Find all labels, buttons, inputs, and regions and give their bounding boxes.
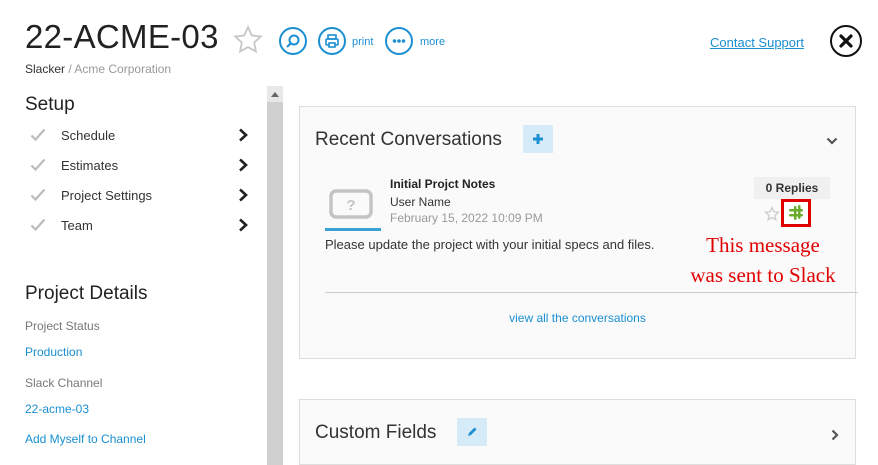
- project-status-value[interactable]: Production: [25, 345, 82, 359]
- slack-sent-indicator: [781, 199, 811, 227]
- project-details-heading: Project Details: [25, 283, 148, 304]
- slack-channel-label: Slack Channel: [25, 376, 103, 390]
- breadcrumb: Slacker / Acme Corporation: [25, 62, 171, 76]
- check-icon: [30, 218, 52, 232]
- setup-item-team[interactable]: Team: [30, 214, 248, 236]
- conversation-icon-underline: [325, 228, 381, 231]
- replies-badge[interactable]: 0 Replies: [754, 177, 830, 199]
- pencil-icon: [468, 427, 477, 436]
- breadcrumb-separator: /: [68, 62, 72, 76]
- custom-fields-heading: Custom Fields: [315, 422, 437, 443]
- view-all-link-text[interactable]: view all the conversations: [509, 311, 646, 325]
- slack-annotation: This message was sent to Slack: [668, 230, 858, 290]
- chevron-right-icon: [234, 128, 248, 142]
- setup-item-label: Project Settings: [61, 187, 153, 203]
- check-icon: [30, 128, 52, 142]
- conversation-date: February 15, 2022 10:09 PM: [390, 211, 543, 225]
- breadcrumb-org[interactable]: Acme Corporation: [74, 62, 171, 76]
- chevron-down-icon[interactable]: [826, 133, 838, 151]
- chevron-right-icon[interactable]: [830, 428, 840, 446]
- edit-custom-fields-button[interactable]: [457, 418, 487, 446]
- slack-icon: [789, 205, 803, 220]
- scroll-up-arrow-icon[interactable]: [267, 86, 283, 102]
- setup-item-project-settings[interactable]: Project Settings: [30, 184, 248, 206]
- favorite-star-icon[interactable]: [764, 206, 780, 227]
- plus-icon: [533, 134, 543, 144]
- print-link[interactable]: print: [352, 36, 373, 48]
- printer-icon: [325, 34, 339, 48]
- view-all-conversations-link: view all the conversations: [299, 311, 856, 325]
- setup-heading: Setup: [25, 94, 75, 115]
- more-link[interactable]: more: [420, 36, 445, 48]
- conversation-title[interactable]: Initial Projct Notes: [390, 177, 495, 191]
- close-button[interactable]: [830, 25, 862, 57]
- print-button[interactable]: [318, 27, 346, 55]
- chevron-right-icon: [234, 218, 248, 232]
- favorite-star-icon[interactable]: [232, 24, 264, 56]
- breadcrumb-user[interactable]: Slacker: [25, 62, 65, 76]
- check-icon: [30, 158, 52, 172]
- svg-text:?: ?: [346, 197, 355, 214]
- sidebar-scrollbar[interactable]: [267, 86, 283, 465]
- ellipsis-icon: [392, 39, 406, 43]
- add-myself-to-channel-link[interactable]: Add Myself to Channel: [25, 432, 146, 446]
- page-title: 22-ACME-03: [25, 18, 219, 55]
- project-status-label: Project Status: [25, 319, 100, 333]
- divider: [325, 292, 858, 293]
- chevron-right-icon: [234, 158, 248, 172]
- search-button[interactable]: [279, 27, 307, 55]
- check-icon: [30, 188, 52, 202]
- add-conversation-button[interactable]: [523, 125, 553, 153]
- setup-item-label: Estimates: [61, 157, 119, 173]
- setup-item-schedule[interactable]: Schedule: [30, 124, 248, 146]
- setup-item-label: Schedule: [61, 127, 116, 143]
- recent-conversations-heading: Recent Conversations: [315, 129, 502, 150]
- chevron-right-icon: [234, 188, 248, 202]
- close-icon: [839, 34, 853, 48]
- annotation-line-1: This message: [706, 233, 820, 257]
- conversation-body: Please update the project with your init…: [325, 237, 655, 252]
- conversation-author: User Name: [390, 195, 451, 209]
- setup-item-estimates[interactable]: Estimates: [30, 154, 248, 176]
- slack-channel-link[interactable]: 22-acme-03: [25, 402, 89, 416]
- setup-item-label: Team: [61, 217, 93, 233]
- conversation-placeholder-icon: ?: [325, 183, 381, 229]
- more-button[interactable]: [385, 27, 413, 55]
- annotation-line-2: was sent to Slack: [690, 263, 836, 287]
- search-icon: [286, 34, 300, 48]
- contact-support-link[interactable]: Contact Support: [710, 35, 804, 50]
